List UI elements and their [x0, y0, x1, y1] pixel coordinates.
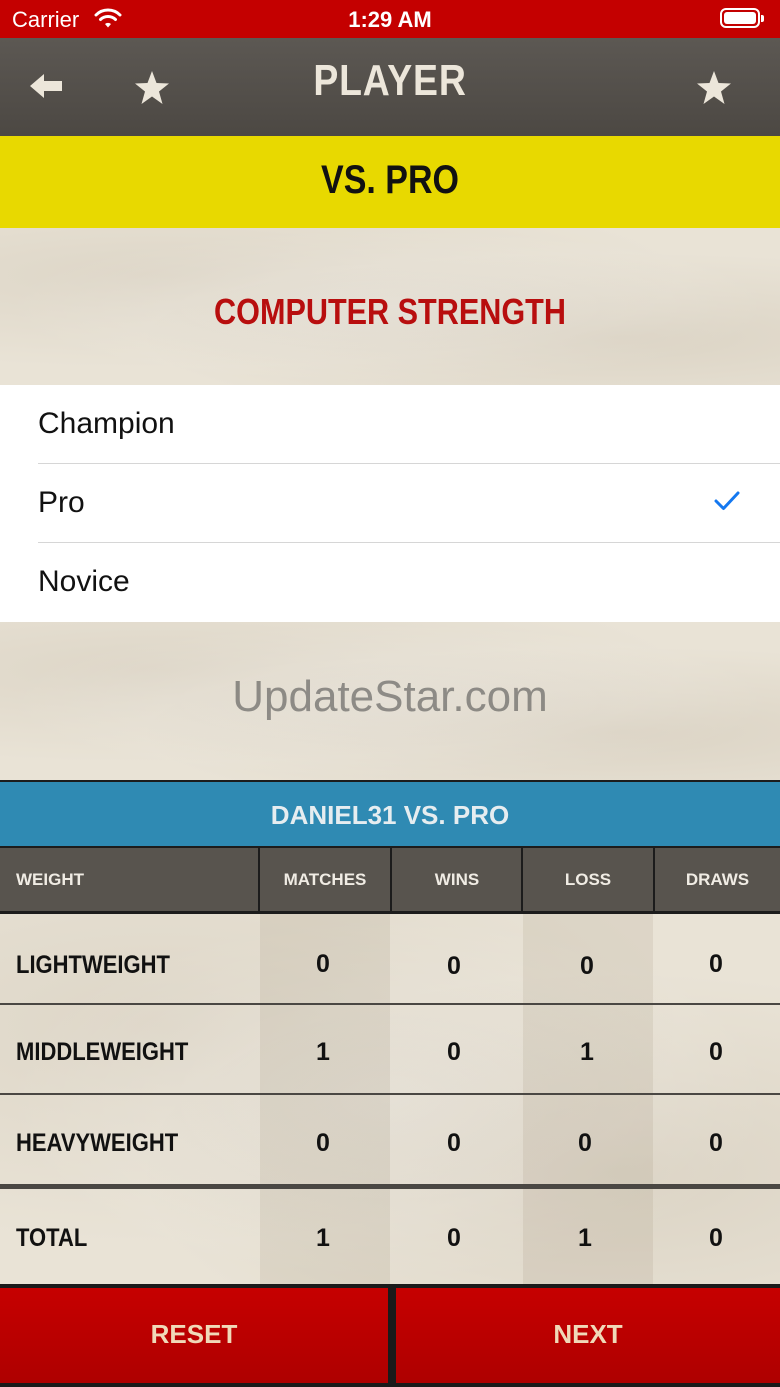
option-champion[interactable]: Champion — [0, 385, 780, 464]
option-label: Champion — [38, 407, 175, 440]
clock: 1:29 AM — [348, 7, 432, 32]
column-header-wins: WINS — [434, 870, 480, 889]
option-label: Pro — [38, 486, 85, 519]
row-loss: 0 — [580, 952, 594, 980]
watermark: UpdateStar.com — [232, 672, 548, 721]
section-header: COMPUTER STRENGTH — [0, 228, 780, 385]
row-wins: 0 — [447, 1129, 461, 1157]
row-weight: HEAVYWEIGHT — [16, 1129, 179, 1157]
total-row: TOTAL 1 0 1 0 — [0, 1189, 780, 1284]
table-row: HEAVYWEIGHT 0 0 0 0 — [0, 1095, 780, 1189]
row-weight: MIDDLEWEIGHT — [16, 1038, 189, 1066]
table-row: MIDDLEWEIGHT 1 0 1 0 — [0, 1005, 780, 1095]
row-matches: 0 — [316, 950, 330, 978]
table-row: LIGHTWEIGHT 0 0 0 0 — [0, 914, 780, 1005]
row-weight: LIGHTWEIGHT — [16, 951, 170, 979]
battery-icon — [720, 8, 764, 28]
row-wins: 0 — [447, 952, 461, 980]
row-draws: 0 — [709, 1129, 723, 1157]
total-loss: 1 — [578, 1224, 592, 1252]
mode-label: VS. PRO — [321, 158, 459, 202]
strength-options: Champion Pro Novice — [0, 385, 780, 622]
row-draws: 0 — [709, 1038, 723, 1066]
section-title: COMPUTER STRENGTH — [214, 291, 566, 332]
row-wins: 0 — [447, 1038, 461, 1066]
watermark-area: UpdateStar.com — [0, 622, 780, 780]
option-label: Novice — [38, 565, 130, 598]
page-title: PLAYER — [313, 56, 467, 105]
status-bar: Carrier 1:29 AM — [0, 0, 780, 38]
mode-banner: VS. PRO — [0, 136, 780, 228]
row-matches: 1 — [316, 1038, 330, 1066]
total-label: TOTAL — [16, 1224, 88, 1252]
nav-bar: PLAYER — [0, 38, 780, 136]
bottom-toolbar: RESET NEXT — [0, 1284, 780, 1387]
column-header-matches: MATCHES — [283, 870, 367, 889]
row-matches: 0 — [316, 1129, 330, 1157]
total-draws: 0 — [709, 1224, 723, 1252]
row-loss: 0 — [578, 1129, 592, 1157]
total-wins: 0 — [447, 1224, 461, 1252]
next-button[interactable]: NEXT — [396, 1288, 780, 1383]
row-loss: 1 — [580, 1038, 594, 1066]
checkmark-icon — [714, 491, 740, 510]
reset-button[interactable]: RESET — [0, 1288, 388, 1383]
row-draws: 0 — [709, 950, 723, 978]
option-novice[interactable]: Novice — [0, 543, 780, 622]
stats-title-bar: DANIEL31 VS. PRO — [0, 780, 780, 846]
star-icon[interactable] — [694, 68, 734, 108]
stats-header: WEIGHT MATCHES WINS LOSS DRAWS — [0, 846, 780, 914]
column-header-weight: WEIGHT — [16, 870, 84, 889]
column-header-draws: DRAWS — [685, 870, 750, 889]
stats-title: DANIEL31 VS. PRO — [270, 800, 510, 830]
column-header-loss: LOSS — [564, 870, 612, 889]
total-matches: 1 — [316, 1224, 330, 1252]
option-pro[interactable]: Pro — [0, 464, 780, 543]
